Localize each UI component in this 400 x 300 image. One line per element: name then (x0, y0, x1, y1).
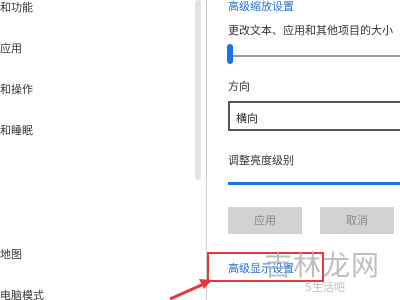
sidebar-item-pc-mode[interactable]: 电脑模式 (0, 287, 44, 300)
sidebar-item-apps[interactable]: 应用 (0, 40, 22, 56)
sidebar-item-features[interactable]: 和功能 (0, 0, 33, 15)
brightness-label: 调整亮度级别 (228, 154, 294, 167)
watermark-subtext: 5生活吧 (305, 281, 345, 294)
sidebar-item-actions[interactable]: 和操作 (0, 81, 33, 97)
sidebar-item-maps[interactable]: 地图 (0, 246, 22, 262)
sidebar: 和功能 应用 和操作 和睡眠 地图 电脑模式 (0, 0, 201, 300)
advanced-scaling-link[interactable]: 高级缩放设置 (228, 0, 294, 14)
brightness-slider[interactable] (228, 182, 400, 185)
orientation-value: 横向 (236, 112, 258, 125)
arrow-icon (169, 279, 212, 300)
sidebar-item-sleep[interactable]: 和睡眠 (0, 122, 33, 138)
sidebar-scrollbar[interactable] (195, 0, 201, 180)
watermark: 吉林龙网 (264, 249, 381, 282)
orientation-select[interactable]: 横向 (228, 101, 400, 131)
scale-slider-track[interactable] (230, 55, 400, 57)
apply-button[interactable]: 应用 (228, 207, 302, 234)
scale-label: 更改文本、应用和其他项目的大小 (228, 24, 393, 37)
orientation-label: 方向 (228, 80, 250, 93)
cancel-button[interactable]: 取消 (320, 207, 394, 234)
scale-slider-thumb[interactable] (227, 44, 233, 64)
